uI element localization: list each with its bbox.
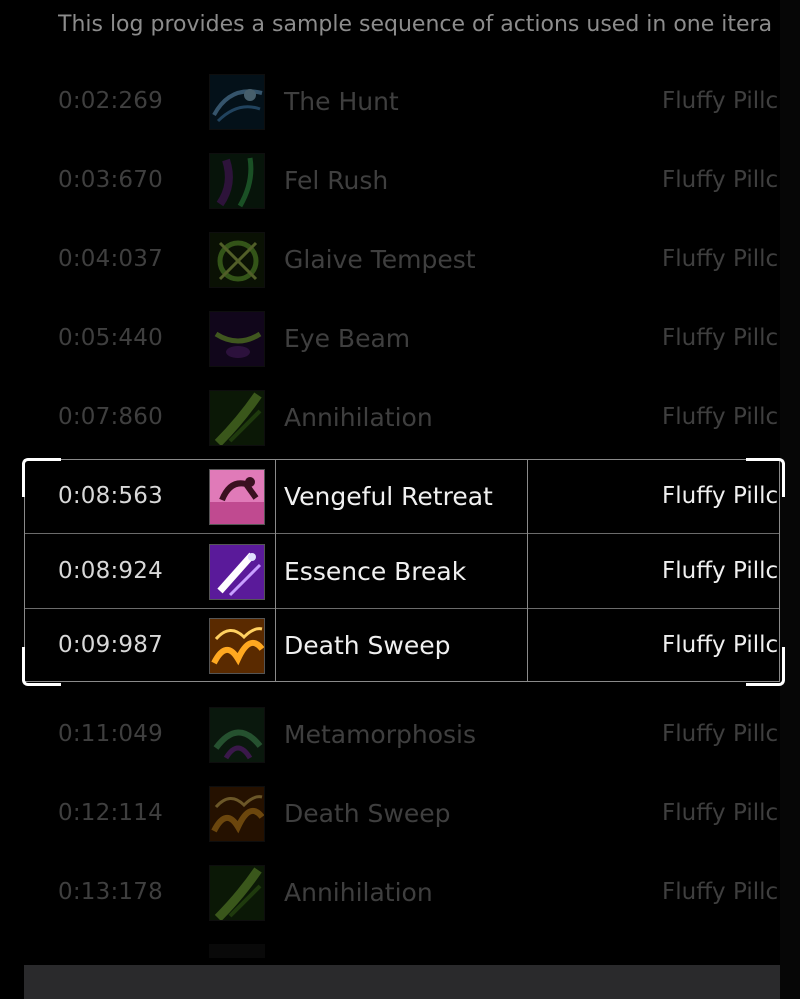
column-divider <box>527 459 528 682</box>
log-spell-name: Annihilation <box>284 403 433 432</box>
selection-corner-handle[interactable] <box>746 458 785 497</box>
selection-corner-handle[interactable] <box>22 647 61 686</box>
log-row[interactable]: 0:04:037 Glaive Tempest Fluffy Pillc <box>24 220 780 299</box>
fel-rush-icon <box>209 153 265 209</box>
log-spell-name: The Hunt <box>284 87 399 116</box>
log-time: 0:04:037 <box>58 246 163 272</box>
log-target: Fluffy Pillc <box>662 246 779 272</box>
log-time: 0:02:269 <box>58 88 163 114</box>
log-target: Fluffy Pillc <box>662 879 779 905</box>
log-target: Fluffy Pillc <box>662 721 779 747</box>
death-sweep-icon <box>209 786 265 842</box>
log-time: 0:11:049 <box>58 721 163 747</box>
log-row[interactable]: 0:05:440 Eye Beam Fluffy Pillc <box>24 299 780 378</box>
log-time: 0:08:924 <box>58 558 163 584</box>
metamorphosis-icon <box>209 707 265 763</box>
log-time: 0:13:178 <box>58 879 163 905</box>
log-spell-name: Death Sweep <box>284 631 451 660</box>
log-time: 0:12:114 <box>58 800 163 826</box>
selection-corner-handle[interactable] <box>746 647 785 686</box>
log-time: 0:03:670 <box>58 167 163 193</box>
log-spell-name: Glaive Tempest <box>284 245 476 274</box>
log-spell-name: Metamorphosis <box>284 720 477 749</box>
ability-log-screen: This log provides a sample sequence of a… <box>0 0 800 999</box>
log-row-highlighted[interactable]: 0:08:924 Essence Break Fluffy Pillc <box>24 534 780 609</box>
log-time: 0:08:563 <box>58 483 163 509</box>
log-target: Fluffy Pillc <box>662 404 779 430</box>
death-sweep-icon <box>209 618 265 674</box>
log-row[interactable]: 0:07:860 Annihilation Fluffy Pillc <box>24 378 780 457</box>
log-target: Fluffy Pillc <box>662 800 779 826</box>
log-spell-name: Death Sweep <box>284 799 451 828</box>
log-row[interactable]: 0:03:670 Fel Rush Fluffy Pillc <box>24 141 780 220</box>
bottom-bar <box>24 965 780 999</box>
log-target: Fluffy Pillc <box>662 558 779 584</box>
annihilation-icon <box>209 865 265 921</box>
scroll-edge <box>780 0 800 999</box>
log-time: 0:07:860 <box>58 404 163 430</box>
log-row-highlighted[interactable]: 0:09:987 Death Sweep Fluffy Pillc <box>24 609 780 682</box>
annihilation-icon <box>209 390 265 446</box>
log-spell-name: Essence Break <box>284 557 467 586</box>
log-target: Fluffy Pillc <box>662 167 779 193</box>
log-target: Fluffy Pillc <box>662 88 779 114</box>
log-time: 0:09:987 <box>58 632 163 658</box>
log-row[interactable]: 0:11:049 Metamorphosis Fluffy Pillc <box>24 695 780 774</box>
log-row[interactable]: 0:13:178 Annihilation Fluffy Pillc <box>24 853 780 932</box>
log-row[interactable]: 0:12:114 Death Sweep Fluffy Pillc <box>24 774 780 853</box>
log-row[interactable]: 0:02:269 The Hunt Fluffy Pillc <box>24 62 780 141</box>
log-spell-name: Fel Rush <box>284 166 389 195</box>
selection-corner-handle[interactable] <box>22 458 61 497</box>
log-spell-name: Eye Beam <box>284 324 411 353</box>
log-target: Fluffy Pillc <box>662 325 779 351</box>
log-time: 0:05:440 <box>58 325 163 351</box>
log-row-highlighted[interactable]: 0:08:563 Vengeful Retreat Fluffy Pillc <box>24 459 780 534</box>
essence-break-icon <box>209 544 265 600</box>
glaive-tempest-icon <box>209 232 265 288</box>
eye-beam-icon <box>209 311 265 367</box>
log-spell-name: Vengeful Retreat <box>284 482 493 511</box>
column-divider <box>275 459 276 682</box>
next-row-icon-peek <box>209 944 265 958</box>
vengeful-retreat-icon <box>209 469 265 525</box>
log-spell-name: Annihilation <box>284 878 433 907</box>
log-description: This log provides a sample sequence of a… <box>58 12 773 37</box>
the-hunt-icon <box>209 74 265 130</box>
